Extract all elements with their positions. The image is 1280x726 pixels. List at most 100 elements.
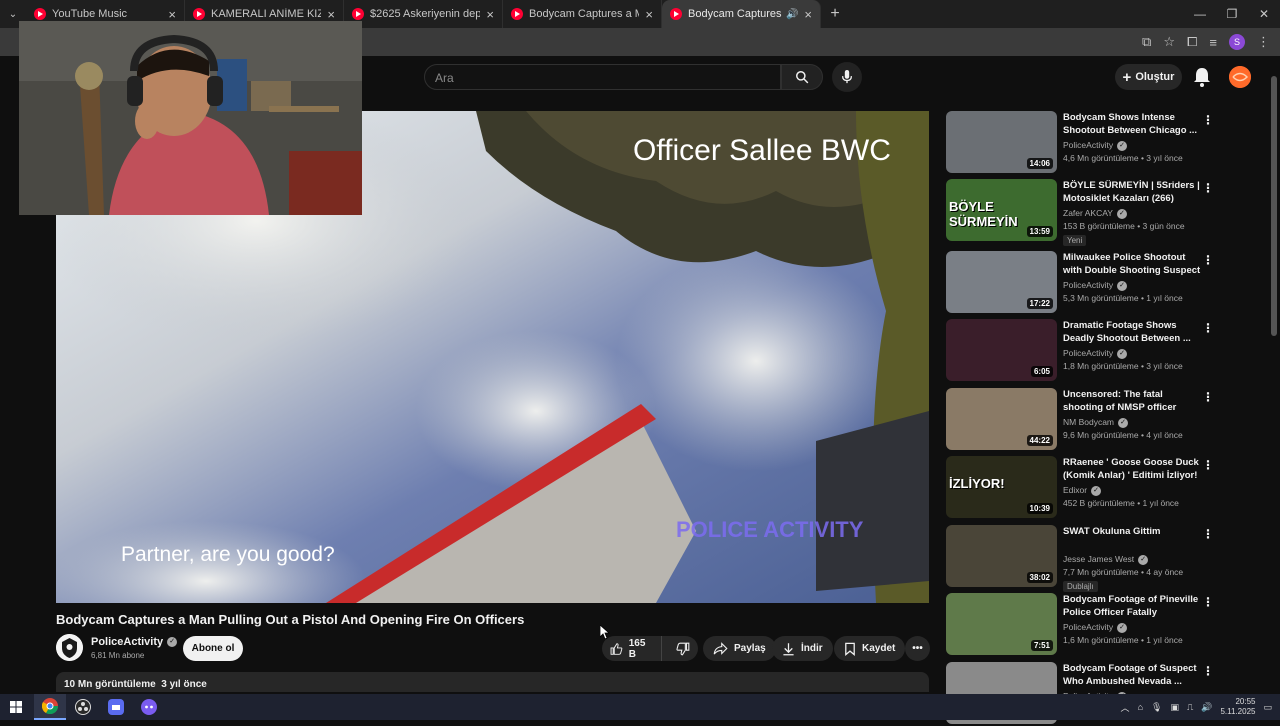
browser-tab[interactable]: $2625 Askeriyenin deposunu al × (344, 0, 503, 28)
reading-list-icon[interactable]: ≡ (1209, 35, 1217, 50)
recommended-channel[interactable]: PoliceActivity✓ (1063, 280, 1128, 291)
close-window-icon[interactable]: ✕ (1248, 0, 1280, 28)
close-tab-icon[interactable]: × (168, 7, 176, 22)
notifications-icon[interactable]: ▭ (1263, 702, 1272, 713)
video-thumbnail[interactable]: 7:51 (946, 593, 1057, 655)
tab-title: KAMERALI ANİME KIZINI TROLL (211, 8, 322, 20)
youtube-favicon-icon (511, 8, 523, 20)
more-options-icon[interactable]: ⋮ (1202, 113, 1214, 127)
clock[interactable]: 20:55 5.11.2025 (1220, 697, 1255, 717)
more-options-icon[interactable]: ⋮ (1202, 253, 1214, 267)
tray-app-icon[interactable]: ▣ (1170, 702, 1179, 713)
extensions-icon[interactable]: ⧠ (1187, 34, 1197, 50)
dislike-button[interactable] (668, 642, 698, 656)
recommended-channel[interactable]: Zafer AKCAY ✓ (1063, 208, 1127, 219)
download-button[interactable]: İndir (772, 636, 833, 661)
recommended-video[interactable]: 14:06 Bodycam Shows Intense Shootout Betw… (946, 111, 1221, 175)
more-options-icon[interactable]: ⋮ (1202, 458, 1214, 472)
profile-avatar[interactable]: S (1229, 34, 1245, 50)
video-thumbnail[interactable]: 44:22 (946, 388, 1057, 450)
video-thumbnail[interactable]: İZLİYOR! 10:39 (946, 456, 1057, 518)
recommended-video[interactable]: BÖYLE SÜRMEYİN 13:59 BÖYLE SÜRMEYİN | 5Sri… (946, 179, 1221, 246)
verified-check-icon: ✓ (1118, 417, 1129, 428)
recommended-video[interactable]: 7:51 Bodycam Footage of Pineville Police … (946, 593, 1221, 657)
voice-search-button[interactable] (832, 62, 862, 92)
more-options-icon[interactable]: ⋮ (1202, 321, 1214, 335)
browser-tab[interactable]: Bodycam Captures a Man Pullin × (503, 0, 662, 28)
video-thumbnail[interactable]: BÖYLE SÜRMEYİN 13:59 (946, 179, 1057, 241)
like-count: 165 B (628, 637, 646, 660)
account-avatar[interactable] (1229, 66, 1251, 88)
restore-icon[interactable]: ❐ (1216, 0, 1248, 28)
like-button[interactable]: 165 B (602, 636, 662, 661)
start-button[interactable] (0, 694, 32, 720)
tray-app-icon[interactable]: ⌂ (1138, 702, 1143, 712)
bookmark-star-icon[interactable]: ☆ (1163, 34, 1175, 50)
close-tab-icon[interactable]: × (486, 7, 494, 22)
browser-menu-icon[interactable]: ⋮ (1257, 34, 1270, 50)
video-thumbnail[interactable]: 14:06 (946, 111, 1057, 173)
recommended-video-title[interactable]: Uncensored: The fatal shooting of NMSP o… (1063, 388, 1203, 415)
verified-check-icon: ✓ (1091, 485, 1102, 496)
save-button[interactable]: Kaydet (834, 636, 906, 661)
share-button[interactable]: Paylaş (703, 636, 776, 661)
taskbar-app[interactable] (67, 694, 99, 720)
address-bar-icons: ⧉ ☆ ⧠ ≡ S ⋮ (1142, 28, 1280, 56)
recommended-video[interactable]: İZLİYOR! 10:39 RRaenee ' Goose Goose Duck … (946, 456, 1221, 520)
recommended-channel[interactable]: PoliceActivity✓ (1063, 348, 1128, 359)
close-tab-icon[interactable]: × (804, 7, 812, 22)
recommended-video-title[interactable]: RRaenee ' Goose Goose Duck (Komik Anlar)… (1063, 456, 1203, 482)
create-button[interactable]: + Oluştur (1115, 64, 1182, 90)
taskbar-app[interactable] (100, 694, 132, 720)
scrollbar-thumb[interactable] (1271, 76, 1277, 336)
more-options-icon[interactable]: ⋮ (1202, 390, 1214, 404)
search-button[interactable] (781, 64, 823, 90)
recommended-video-title[interactable]: Bodycam Footage of Pineville Police Offi… (1063, 593, 1203, 620)
recommended-video-title[interactable]: Bodycam Footage of Suspect Who Ambushed … (1063, 662, 1203, 688)
channel-avatar[interactable] (56, 634, 83, 661)
more-options-icon[interactable]: ⋮ (1202, 595, 1214, 609)
cast-icon[interactable]: ⧉ (1142, 34, 1151, 50)
network-icon[interactable]: ⎍ (1187, 702, 1193, 713)
recommended-channel[interactable]: Edixor ✓ (1063, 485, 1102, 496)
more-actions-button[interactable]: ••• (905, 636, 930, 661)
recommended-channel[interactable]: PoliceActivity✓ (1063, 622, 1128, 633)
close-tab-icon[interactable]: × (327, 7, 335, 22)
tray-chevron-icon[interactable]: ︿ (1121, 701, 1130, 714)
subscribe-button[interactable]: Abone ol (183, 636, 243, 661)
recommended-video-title[interactable]: Milwaukee Police Shootout with Double Sh… (1063, 251, 1203, 277)
more-options-icon[interactable]: ⋮ (1202, 181, 1214, 195)
recommended-channel[interactable]: Jesse James West ✓ (1063, 554, 1149, 565)
recommended-video[interactable]: 17:22 Milwaukee Police Shootout with Doub… (946, 251, 1221, 315)
taskbar-chrome[interactable] (34, 694, 66, 720)
recommended-channel-name: PoliceActivity (1063, 140, 1114, 150)
browser-tab-active[interactable]: Bodycam Captures a Man P 🔊 × (662, 0, 821, 28)
microphone-tray-icon[interactable]: 🎙 (1151, 702, 1162, 713)
recommended-video-title[interactable]: SWAT Okuluna Gittim (1063, 525, 1203, 538)
search-input[interactable]: Ara (424, 64, 781, 90)
recommended-channel[interactable]: PoliceActivity✓ (1063, 140, 1128, 151)
channel-name[interactable]: PoliceActivity ✓ (91, 636, 178, 648)
video-thumbnail[interactable]: 17:22 (946, 251, 1057, 313)
thumbs-down-icon (676, 642, 690, 655)
video-thumbnail[interactable]: 38:02 (946, 525, 1057, 587)
recommended-video[interactable]: 44:22 Uncensored: The fatal shooting of N… (946, 388, 1221, 452)
video-thumbnail[interactable]: 6:05 (946, 319, 1057, 381)
more-options-icon[interactable]: ⋮ (1202, 527, 1214, 541)
new-tab-icon[interactable]: + (821, 5, 849, 23)
taskbar-app[interactable] (133, 694, 165, 720)
recommended-video[interactable]: 6:05 Dramatic Footage Shows Deadly Shooto… (946, 319, 1221, 383)
description-box[interactable]: 10 Mn görüntüleme 3 yıl önce (56, 672, 929, 692)
recommended-channel[interactable]: NM Bodycam ✓ (1063, 417, 1129, 428)
recommended-video-title[interactable]: Dramatic Footage Shows Deadly Shootout B… (1063, 319, 1203, 345)
recommended-video[interactable]: 38:02 SWAT Okuluna Gittim Jesse James West… (946, 525, 1221, 592)
speaker-icon[interactable]: 🔊 (786, 9, 798, 20)
notifications-bell-icon[interactable] (1192, 66, 1212, 88)
volume-icon[interactable]: 🔊 (1201, 702, 1212, 713)
recommended-video-title[interactable]: Bodycam Shows Intense Shootout Between C… (1063, 111, 1203, 137)
recommended-video-title[interactable]: BÖYLE SÜRMEYİN | 5Sriders | Motosiklet K… (1063, 179, 1203, 205)
avatar-pattern-icon (1229, 66, 1251, 88)
more-options-icon[interactable]: ⋮ (1202, 664, 1214, 678)
minimize-icon[interactable]: — (1184, 0, 1216, 28)
close-tab-icon[interactable]: × (645, 7, 653, 22)
